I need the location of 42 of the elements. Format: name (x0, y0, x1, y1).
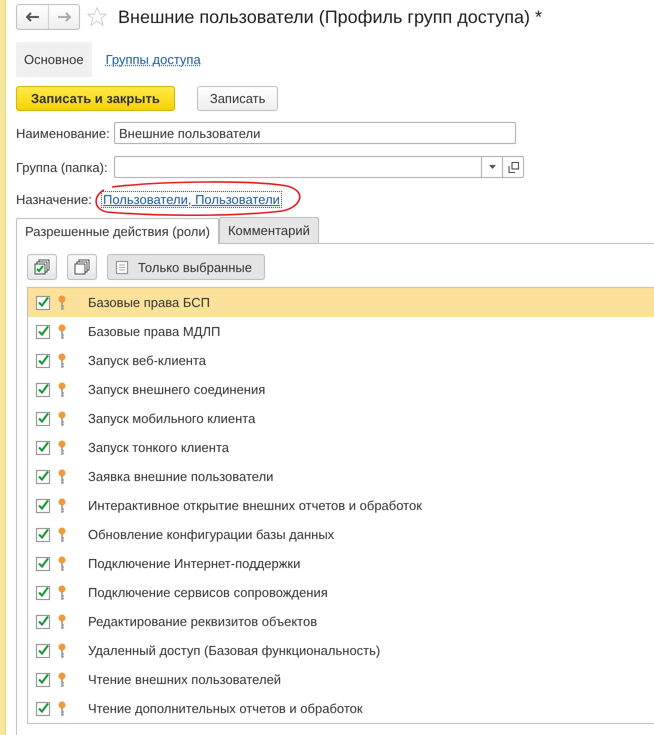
role-name: Подключение сервисов сопровождения (88, 585, 328, 600)
role-name: Обновление конфигурации базы данных (88, 527, 334, 542)
save-button[interactable]: Записать (196, 86, 278, 111)
role-row[interactable]: Редактирование реквизитов объектов (28, 607, 654, 636)
save-and-close-button[interactable]: Записать и закрыть (16, 86, 175, 111)
role-name: Запуск тонкого клиента (88, 440, 229, 455)
field-label: Наименование: (16, 126, 111, 140)
field-label: Группа (папка): (16, 160, 109, 174)
role-row[interactable]: Чтение дополнительных отчетов и обработок (28, 694, 654, 723)
role-name: Удаленный доступ (Базовая функциональность) (88, 643, 380, 658)
role-row[interactable]: Запуск внешнего соединения (28, 375, 654, 404)
role-row[interactable]: Запуск мобильного клиента (28, 404, 654, 433)
role-name: Редактирование реквизитов объектов (88, 614, 318, 629)
role-row[interactable]: Чтение внешних пользователей (28, 665, 654, 694)
role-row[interactable]: Обновление конфигурации базы данных (28, 520, 654, 549)
role-row[interactable]: Подключение сервисов сопровождения (28, 578, 654, 607)
role-row[interactable]: Базовые права БСП (28, 288, 654, 317)
role-row[interactable]: Запуск веб-клиента (28, 346, 654, 375)
section-tab[interactable]: Группы доступа (98, 42, 209, 77)
role-name: Базовые права БСП (88, 295, 210, 310)
role-name: Чтение внешних пользователей (88, 672, 282, 687)
role-row[interactable]: Интерактивное открытие внешних отчетов и обработок (28, 491, 654, 520)
purpose-link[interactable]: Пользователи, Пользователи (102, 192, 281, 206)
role-row[interactable]: Базовые права МДЛП (28, 317, 654, 346)
role-row[interactable]: Удаленный доступ (Базовая функциональность) (28, 636, 654, 665)
role-name: Запуск внешнего соединения (88, 382, 266, 397)
role-name: Чтение дополнительных отчетов и обработок (88, 701, 363, 716)
section-tab[interactable]: Основное (16, 42, 92, 77)
role-name: Базовые права МДЛП (88, 324, 220, 339)
window-title: Внешние пользователи (Профиль групп доступа) * (118, 6, 542, 28)
role-name: Подключение Интернет-поддержки (88, 556, 300, 571)
tab[interactable]: Разрешенные действия (роли) (16, 218, 219, 244)
role-name: Запуск веб-клиента (88, 353, 206, 368)
role-row[interactable]: Подключение Интернет-поддержки (28, 549, 654, 578)
tab[interactable]: Комментарий (218, 217, 319, 244)
role-name: Запуск мобильного клиента (88, 411, 256, 426)
only-selected-button[interactable]: Только выбранные (107, 254, 265, 280)
role-name: Интерактивное открытие внешних отчетов и обработок (88, 498, 422, 513)
role-name: Заявка внешние пользователи (88, 469, 274, 484)
role-row[interactable]: Заявка внешние пользователи (28, 462, 654, 491)
role-row[interactable]: Запуск тонкого клиента (28, 433, 654, 462)
name-field[interactable]: Внешние пользователи (114, 122, 516, 144)
